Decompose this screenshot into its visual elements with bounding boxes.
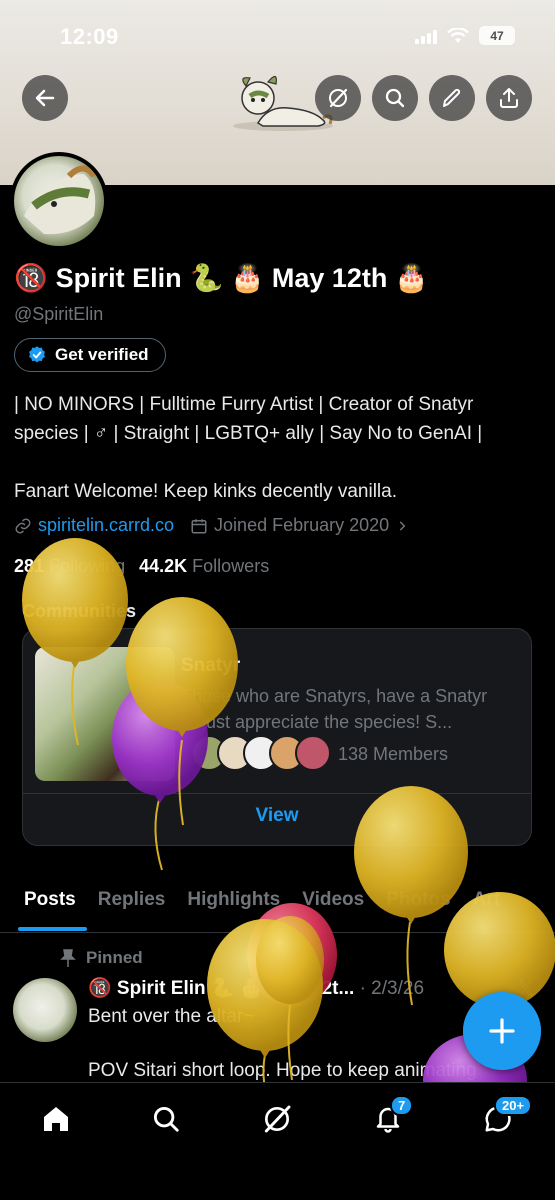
bottom-navigation: 7 20+ — [0, 1082, 555, 1200]
share-button[interactable] — [486, 75, 532, 121]
profile-bio: | NO MINORS | Fulltime Furry Artist | Cr… — [14, 390, 544, 506]
tab-replies[interactable]: Replies — [87, 885, 177, 932]
nav-search[interactable] — [146, 1099, 186, 1139]
tab-highlights[interactable]: Highlights — [176, 885, 291, 932]
post-date: · 2/3/26 — [359, 978, 425, 999]
tab-posts[interactable]: Posts — [0, 885, 87, 932]
follow-stats: 281 Following 44.2K Followers — [14, 556, 269, 577]
profile-meta: spiritelin.carrd.co Joined February 2020 — [14, 515, 409, 536]
avatar — [295, 735, 331, 771]
community-image — [35, 647, 175, 781]
bio-line: | NO MINORS | Fulltime Furry Artist | Cr… — [14, 394, 474, 415]
compose-post-button-overlay[interactable] — [463, 992, 541, 1070]
get-verified-button[interactable]: Get verified — [14, 338, 166, 372]
profile-name-suffix: 🐍 🎂 May 12th 🎂 — [189, 263, 429, 293]
tab-photos[interactable]: Photos — [375, 885, 461, 932]
bio-line: species | ♂ | Straight | LGBTQ+ ally | S… — [14, 423, 483, 444]
profile-name: Spirit Elin — [55, 262, 182, 293]
community-description: Those who are Snatyrs, have a Snatyr or … — [181, 683, 521, 735]
nav-messages[interactable]: 20+ — [478, 1095, 533, 1139]
followers-link[interactable]: 44.2K Followers — [139, 556, 269, 577]
link-icon — [15, 518, 31, 533]
notifications-badge: 7 — [390, 1095, 414, 1116]
profile-link-text[interactable]: spiritelin.carrd.co — [38, 515, 174, 536]
joined-text: Joined February 2020 — [214, 515, 390, 535]
nav-grok[interactable] — [257, 1099, 297, 1139]
post-text: Bent over the altar~ — [88, 1006, 255, 1027]
community-card[interactable]: Snatyr Those who are Snatyrs, have a Sna… — [22, 628, 532, 846]
member-avatars — [191, 735, 331, 771]
pencil-icon — [443, 88, 461, 107]
nsfw-badge: 🔞 — [14, 263, 48, 293]
post-author[interactable]: 🔞 Spirit Elin 🐍 🎂 May 12t... — [88, 978, 354, 999]
home-icon — [44, 1107, 68, 1131]
joined-date[interactable]: Joined February 2020 — [190, 515, 409, 536]
profile-handle: @SpiritElin — [14, 304, 104, 324]
search-icon — [153, 1106, 179, 1132]
profile-avatar[interactable] — [10, 152, 108, 250]
following-count: 281 — [14, 556, 45, 576]
plus-icon — [489, 1018, 515, 1044]
nav-home[interactable] — [36, 1099, 76, 1139]
status-icons: 47 — [415, 26, 515, 45]
grok-button[interactable] — [315, 75, 361, 121]
tab-videos[interactable]: Videos — [291, 885, 375, 932]
view-community-button[interactable]: View — [23, 805, 531, 827]
grok-icon — [329, 88, 348, 108]
share-icon — [500, 88, 518, 108]
search-icon — [385, 88, 405, 108]
profile-name-row: 🔞 Spirit Elin 🐍 🎂 May 12th 🎂 — [14, 262, 429, 294]
search-button[interactable] — [372, 75, 418, 121]
communities-heading: Communities — [22, 601, 137, 621]
community-name: Snatyr — [181, 655, 241, 676]
divider — [23, 793, 531, 794]
edit-button[interactable] — [429, 75, 475, 121]
following-link[interactable]: 281 Following — [14, 556, 125, 577]
battery-icon: 47 — [479, 26, 515, 45]
post-header: 🔞 Spirit Elin 🐍 🎂 May 12t... · 2/3/26 — [88, 976, 424, 1000]
profile-tabs: Posts Replies Highlights Videos Photos A… — [0, 885, 555, 933]
wifi-icon — [447, 27, 469, 43]
pinned-indicator: Pinned — [60, 948, 143, 968]
nav-notifications[interactable]: 7 — [368, 1095, 414, 1139]
post-avatar[interactable] — [13, 978, 77, 1042]
pinned-label: Pinned — [86, 948, 143, 967]
arrow-left-icon — [35, 89, 55, 107]
following-label: Following — [49, 556, 126, 576]
profile-link[interactable]: spiritelin.carrd.co — [14, 515, 174, 536]
post-text: POV Sitari short loop. Hope to keep anim… — [88, 1060, 477, 1081]
grok-icon — [264, 1105, 291, 1133]
calendar-icon — [191, 518, 207, 533]
cellular-signal-icon — [415, 28, 437, 44]
avatar-art — [24, 165, 97, 235]
get-verified-label: Get verified — [55, 345, 149, 364]
tab-art[interactable]: Art — [462, 885, 511, 932]
followers-label: Followers — [192, 556, 270, 576]
chevron-right-icon — [399, 520, 406, 531]
community-members: 138 Members — [338, 744, 449, 764]
followers-count: 44.2K — [139, 556, 188, 576]
back-button[interactable] — [22, 75, 68, 121]
bio-line: Fanart Welcome! Keep kinks decently vani… — [14, 481, 397, 502]
community-desc-line: or just appreciate the species! S... — [181, 712, 453, 732]
community-desc-line: Those who are Snatyrs, have a Snatyr — [181, 686, 488, 706]
verified-badge-icon — [29, 346, 45, 363]
status-time: 12:09 — [60, 24, 119, 49]
messages-badge: 20+ — [494, 1095, 533, 1116]
pin-icon — [60, 949, 76, 967]
